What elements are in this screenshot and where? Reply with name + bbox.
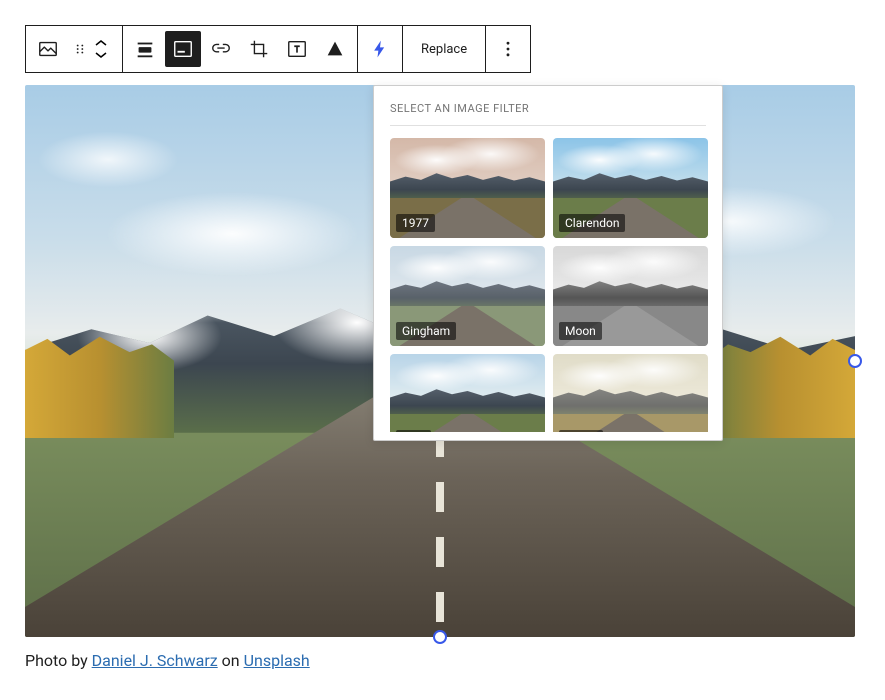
more-options-button[interactable] bbox=[490, 31, 526, 67]
filter-label: Clarendon bbox=[559, 214, 625, 232]
align-icon bbox=[134, 38, 156, 60]
popover-title: Select an image filter bbox=[390, 102, 706, 126]
link-icon bbox=[210, 38, 232, 60]
filter-option-moon[interactable]: Moon bbox=[553, 246, 708, 346]
image-icon bbox=[37, 38, 59, 60]
duotone-button[interactable] bbox=[317, 31, 353, 67]
filter-label: Reyes bbox=[559, 430, 603, 432]
filter-option-gingham[interactable]: Gingham bbox=[390, 246, 545, 346]
filter-button[interactable] bbox=[362, 31, 398, 67]
filter-label: 1977 bbox=[396, 214, 435, 232]
chevron-down-icon bbox=[94, 51, 118, 59]
filter-label: Gingham bbox=[396, 322, 456, 340]
drag-handle[interactable] bbox=[68, 31, 92, 67]
image-block: Select an image filter 1977 Clarendon bbox=[25, 85, 855, 637]
toolbar-group-filter bbox=[358, 26, 403, 72]
resize-handle-right[interactable] bbox=[848, 354, 862, 368]
caption-button[interactable] bbox=[165, 31, 201, 67]
toolbar-group-block bbox=[26, 26, 123, 72]
filter-popover: Select an image filter 1977 Clarendon bbox=[373, 85, 723, 441]
crop-icon bbox=[248, 38, 270, 60]
filter-thumb bbox=[553, 354, 708, 432]
resize-handle-bottom[interactable] bbox=[433, 630, 447, 644]
replace-button[interactable]: Replace bbox=[407, 25, 481, 73]
more-vertical-icon bbox=[498, 39, 518, 59]
filter-option-reyes[interactable]: Reyes bbox=[553, 354, 708, 432]
toolbar-group-replace: Replace bbox=[403, 26, 486, 72]
block-mover[interactable] bbox=[94, 31, 118, 67]
duotone-icon bbox=[324, 38, 346, 60]
chevron-up-icon bbox=[94, 39, 118, 47]
filter-option-clarendon[interactable]: Clarendon bbox=[553, 138, 708, 238]
caption-icon bbox=[172, 38, 194, 60]
filter-scroll[interactable]: 1977 Clarendon Gingham bbox=[390, 138, 714, 432]
caption-text-prefix: Photo by bbox=[25, 651, 92, 670]
filter-label: Moon bbox=[559, 322, 602, 340]
link-button[interactable] bbox=[203, 31, 239, 67]
filter-option-1977[interactable]: 1977 bbox=[390, 138, 545, 238]
toolbar-group-align bbox=[123, 26, 358, 72]
text-overlay-icon bbox=[286, 38, 308, 60]
filter-option-lark[interactable]: Lark bbox=[390, 354, 545, 432]
filter-label: Lark bbox=[396, 430, 431, 432]
text-overlay-button[interactable] bbox=[279, 31, 315, 67]
crop-button[interactable] bbox=[241, 31, 277, 67]
image-caption[interactable]: Photo by Daniel J. Schwarz on Unsplash bbox=[25, 651, 860, 670]
block-type-image-button[interactable] bbox=[30, 31, 66, 67]
drag-icon bbox=[73, 42, 87, 56]
align-button[interactable] bbox=[127, 31, 163, 67]
caption-source-link[interactable]: Unsplash bbox=[244, 651, 310, 670]
block-toolbar: Replace bbox=[25, 25, 531, 73]
filter-thumb bbox=[390, 354, 545, 432]
caption-text-middle: on bbox=[218, 651, 244, 670]
bolt-icon bbox=[370, 39, 390, 59]
filter-grid: 1977 Clarendon Gingham bbox=[390, 138, 708, 432]
toolbar-group-more bbox=[486, 26, 530, 72]
caption-author-link[interactable]: Daniel J. Schwarz bbox=[92, 651, 218, 670]
